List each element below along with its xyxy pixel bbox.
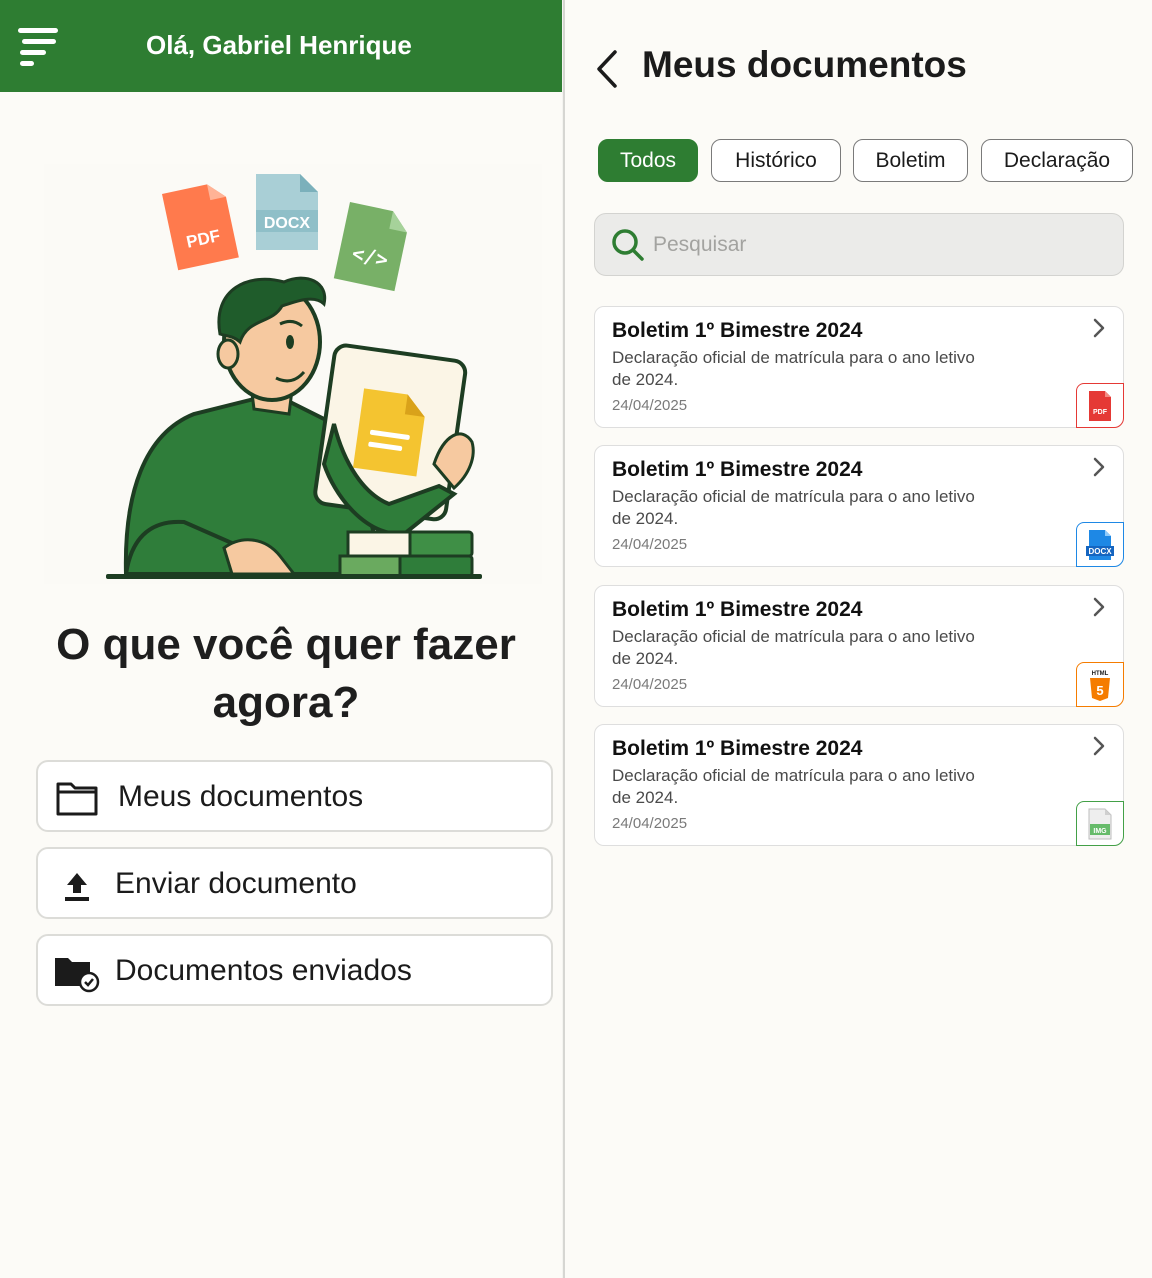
document-description: Declaração oficial de matrícula para o a… (612, 487, 975, 528)
document-card[interactable]: Boletim 1º Bimestre 2024 Declaração ofic… (594, 585, 1124, 707)
document-card[interactable]: Boletim 1º Bimestre 2024 Declaração ofic… (594, 306, 1124, 428)
menu-icon[interactable] (18, 28, 60, 68)
svg-text:HTML: HTML (1092, 671, 1109, 677)
sent-documents-label: Documentos enviados (115, 954, 412, 987)
search-bar (594, 213, 1124, 276)
svg-text:DOCX: DOCX (1088, 547, 1112, 556)
document-card[interactable]: Boletim 1º Bimestre 2024 Declaração ofic… (594, 724, 1124, 846)
svg-text:PDF: PDF (1093, 409, 1108, 416)
docx-file-icon: DOCX (256, 174, 318, 250)
pdf-file-icon: PDF (1076, 383, 1124, 428)
home-question: O que você quer fazer agora? (56, 620, 516, 727)
html5-file-icon: HTML 5 (1076, 662, 1124, 707)
document-title: Boletim 1º Bimestre 2024 (612, 598, 863, 621)
document-date: 24/04/2025 (612, 397, 688, 414)
person-reading-document-illustration: PDF DOCX </> (106, 174, 482, 579)
docx-file-icon: DOCX (1076, 522, 1124, 567)
document-title: Boletim 1º Bimestre 2024 (612, 319, 863, 342)
chevron-right-icon (1091, 735, 1107, 757)
document-title: Boletim 1º Bimestre 2024 (612, 458, 863, 481)
svg-text:DOCX: DOCX (264, 215, 311, 232)
send-document-button[interactable]: Enviar documento (36, 847, 553, 919)
filter-chip-boletim[interactable]: Boletim (853, 139, 968, 182)
chevron-right-icon (1091, 596, 1107, 618)
home-screen: Olá, Gabriel Henrique PDF DOCX </> O que… (0, 0, 562, 1278)
image-file-icon: IMG (1076, 801, 1124, 846)
document-date: 24/04/2025 (612, 676, 688, 693)
top-bar: Olá, Gabriel Henrique (0, 0, 562, 92)
sent-documents-button[interactable]: Documentos enviados (36, 934, 553, 1006)
pdf-file-icon: PDF (162, 184, 239, 271)
document-description: Declaração oficial de matrícula para o a… (612, 627, 975, 668)
page-title: Meus documentos (642, 44, 967, 85)
filter-chip-declaracao[interactable]: Declaração (981, 139, 1133, 182)
svg-text:5: 5 (1096, 683, 1103, 698)
document-description: Declaração oficial de matrícula para o a… (612, 766, 975, 807)
upload-icon (54, 863, 100, 907)
search-icon (611, 228, 645, 262)
greeting: Olá, Gabriel Henrique (146, 30, 412, 60)
filter-chip-historico[interactable]: Histórico (711, 139, 841, 182)
folder-check-icon (52, 950, 100, 994)
app-frame: Olá, Gabriel Henrique PDF DOCX </> O que… (0, 0, 1152, 1278)
code-file-icon: </> (333, 202, 407, 292)
folder-icon (54, 776, 100, 820)
send-document-label: Enviar documento (115, 867, 357, 900)
document-title: Boletim 1º Bimestre 2024 (612, 737, 863, 760)
document-date: 24/04/2025 (612, 815, 688, 832)
my-documents-button[interactable]: Meus documentos (36, 760, 553, 832)
document-description: Declaração oficial de matrícula para o a… (612, 348, 975, 389)
svg-text:IMG: IMG (1093, 828, 1107, 835)
documents-screen: Meus documentos Todos Histórico Boletim … (563, 0, 1152, 1278)
back-arrow-icon[interactable] (593, 48, 623, 90)
search-input[interactable] (653, 228, 1093, 262)
document-card[interactable]: Boletim 1º Bimestre 2024 Declaração ofic… (594, 445, 1124, 567)
chevron-right-icon (1091, 456, 1107, 478)
my-documents-label: Meus documentos (118, 780, 364, 813)
chevron-right-icon (1091, 317, 1107, 339)
document-date: 24/04/2025 (612, 536, 688, 553)
illustration: PDF DOCX </> (44, 164, 542, 584)
filter-chip-all[interactable]: Todos (598, 139, 698, 182)
